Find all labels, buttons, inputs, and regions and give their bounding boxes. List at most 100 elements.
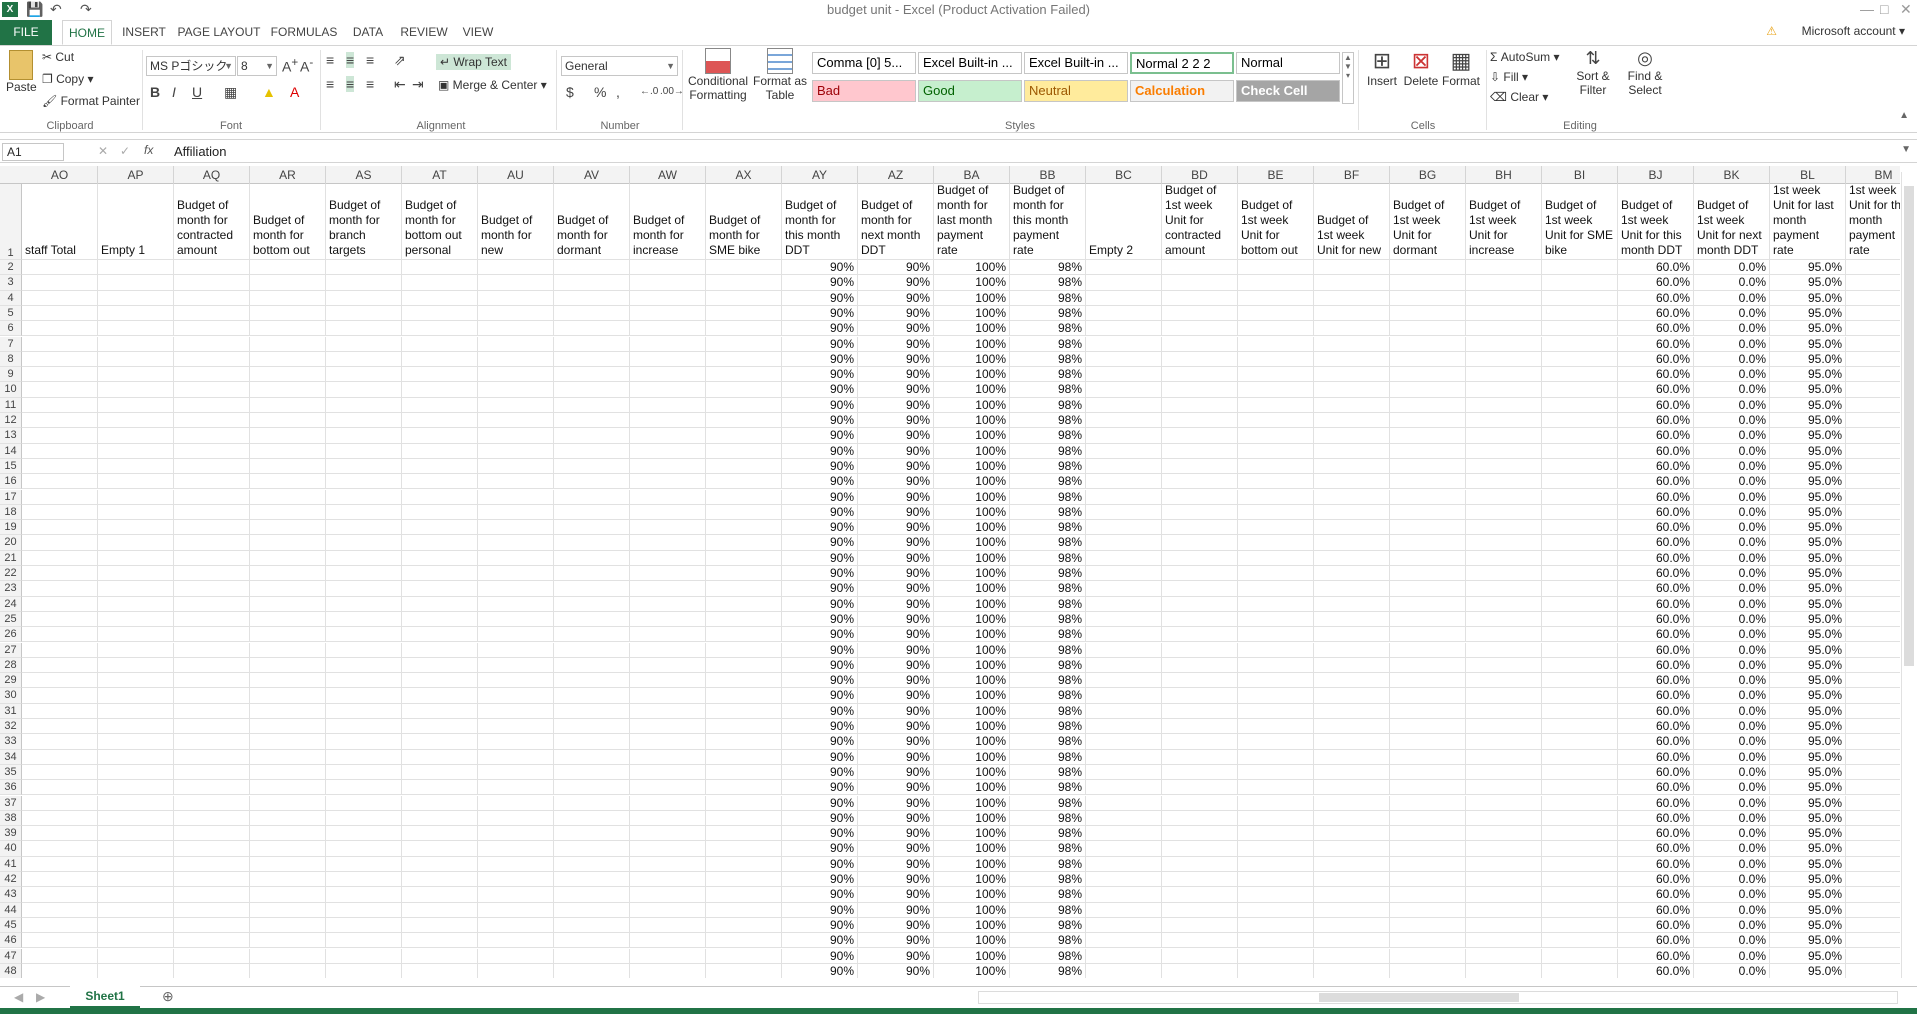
- table-cell[interactable]: [174, 887, 250, 903]
- table-cell[interactable]: [326, 642, 402, 658]
- table-cell[interactable]: 60.0%: [1618, 550, 1694, 566]
- table-cell[interactable]: [98, 887, 174, 903]
- table-cell[interactable]: [250, 305, 326, 322]
- table-cell[interactable]: [1466, 673, 1542, 689]
- table-cell[interactable]: [98, 428, 174, 444]
- table-cell[interactable]: [630, 305, 706, 322]
- table-cell[interactable]: [1238, 474, 1314, 490]
- table-cell[interactable]: [1390, 397, 1466, 413]
- table-cell[interactable]: 0.0%: [1694, 413, 1770, 429]
- table-cell[interactable]: [402, 719, 478, 735]
- header-cell[interactable]: Budget of month for branch targets: [326, 184, 402, 260]
- table-cell[interactable]: [554, 443, 630, 459]
- table-cell[interactable]: [250, 902, 326, 918]
- table-cell[interactable]: 100%: [934, 719, 1010, 735]
- table-cell[interactable]: 98%: [1010, 535, 1086, 551]
- tab-file[interactable]: FILE: [0, 20, 52, 45]
- table-cell[interactable]: [1162, 550, 1238, 566]
- table-cell[interactable]: [1238, 367, 1314, 383]
- table-cell[interactable]: 90%: [782, 321, 858, 337]
- table-cell[interactable]: [1542, 826, 1618, 842]
- table-cell[interactable]: [1238, 856, 1314, 872]
- table-cell[interactable]: [1086, 902, 1162, 918]
- table-cell[interactable]: [630, 443, 706, 459]
- table-cell[interactable]: [1162, 627, 1238, 643]
- table-cell[interactable]: [250, 458, 326, 475]
- maximize-icon[interactable]: □: [1880, 1, 1888, 17]
- table-cell[interactable]: [250, 673, 326, 689]
- table-cell[interactable]: [1086, 657, 1162, 674]
- cell-style-option[interactable]: Normal: [1236, 52, 1340, 74]
- wrap-text-button[interactable]: ↵ Wrap Text: [436, 54, 511, 70]
- table-cell[interactable]: 90%: [858, 841, 934, 857]
- italic-button[interactable]: I: [172, 84, 176, 100]
- table-cell[interactable]: 0.0%: [1694, 397, 1770, 413]
- column-header[interactable]: AW: [630, 166, 706, 184]
- table-cell[interactable]: 95.0%: [1770, 841, 1846, 857]
- table-cell[interactable]: [402, 688, 478, 704]
- table-cell[interactable]: [1238, 611, 1314, 628]
- table-cell[interactable]: [250, 749, 326, 765]
- table-cell[interactable]: 90%: [858, 305, 934, 322]
- table-cell[interactable]: [554, 948, 630, 964]
- table-cell[interactable]: [250, 627, 326, 643]
- table-cell[interactable]: [98, 642, 174, 658]
- table-cell[interactable]: 0.0%: [1694, 581, 1770, 597]
- table-cell[interactable]: [22, 734, 98, 750]
- table-cell[interactable]: [326, 474, 402, 490]
- table-cell[interactable]: [1390, 933, 1466, 949]
- column-header[interactable]: AU: [478, 166, 554, 184]
- table-cell[interactable]: [630, 413, 706, 429]
- table-cell[interactable]: [402, 963, 478, 978]
- table-cell[interactable]: [1390, 688, 1466, 704]
- table-cell[interactable]: 98%: [1010, 963, 1086, 978]
- table-cell[interactable]: [402, 351, 478, 368]
- table-cell[interactable]: [402, 856, 478, 872]
- table-cell[interactable]: 0.0%: [1694, 566, 1770, 582]
- table-cell[interactable]: [326, 795, 402, 811]
- table-cell[interactable]: [1238, 764, 1314, 781]
- table-cell[interactable]: 98%: [1010, 780, 1086, 796]
- table-cell[interactable]: 98%: [1010, 382, 1086, 398]
- table-cell[interactable]: [402, 902, 478, 918]
- table-cell[interactable]: 90%: [858, 764, 934, 781]
- header-cell[interactable]: Budget of 1st week Unit for SME bike: [1542, 184, 1618, 260]
- table-cell[interactable]: [554, 474, 630, 490]
- table-cell[interactable]: [1086, 504, 1162, 521]
- table-cell[interactable]: 60.0%: [1618, 611, 1694, 628]
- table-cell[interactable]: [22, 443, 98, 459]
- table-cell[interactable]: [250, 872, 326, 888]
- table-cell[interactable]: [22, 367, 98, 383]
- table-cell[interactable]: [402, 458, 478, 475]
- table-cell[interactable]: [326, 627, 402, 643]
- table-cell[interactable]: [478, 780, 554, 796]
- table-cell[interactable]: 100%: [934, 489, 1010, 505]
- table-cell[interactable]: [1238, 458, 1314, 475]
- table-cell[interactable]: [98, 581, 174, 597]
- table-cell[interactable]: 90%: [858, 367, 934, 383]
- table-cell[interactable]: 100%: [934, 611, 1010, 628]
- header-cell[interactable]: Budget of month for new: [478, 184, 554, 260]
- table-cell[interactable]: [630, 382, 706, 398]
- table-cell[interactable]: 100%: [934, 841, 1010, 857]
- table-cell[interactable]: [250, 657, 326, 674]
- table-cell[interactable]: 90%: [858, 428, 934, 444]
- table-cell[interactable]: [1314, 336, 1390, 352]
- table-cell[interactable]: [478, 795, 554, 811]
- table-cell[interactable]: 60.0%: [1618, 795, 1694, 811]
- table-cell[interactable]: [1086, 734, 1162, 750]
- table-cell[interactable]: [22, 887, 98, 903]
- header-cell[interactable]: Empty 2: [1086, 184, 1162, 260]
- table-cell[interactable]: [1390, 856, 1466, 872]
- table-cell[interactable]: 60.0%: [1618, 688, 1694, 704]
- table-cell[interactable]: 30: [1846, 796, 1900, 811]
- table-cell[interactable]: 95.0%: [1770, 474, 1846, 490]
- table-cell[interactable]: [554, 305, 630, 322]
- table-cell[interactable]: 95.0%: [1770, 581, 1846, 597]
- fill-color-icon[interactable]: ▲: [262, 84, 276, 100]
- microsoft-account[interactable]: Microsoft account ▾: [1802, 24, 1905, 38]
- table-cell[interactable]: 0.0%: [1694, 810, 1770, 827]
- table-cell[interactable]: [174, 627, 250, 643]
- table-cell[interactable]: [1542, 734, 1618, 750]
- table-cell[interactable]: [1086, 963, 1162, 978]
